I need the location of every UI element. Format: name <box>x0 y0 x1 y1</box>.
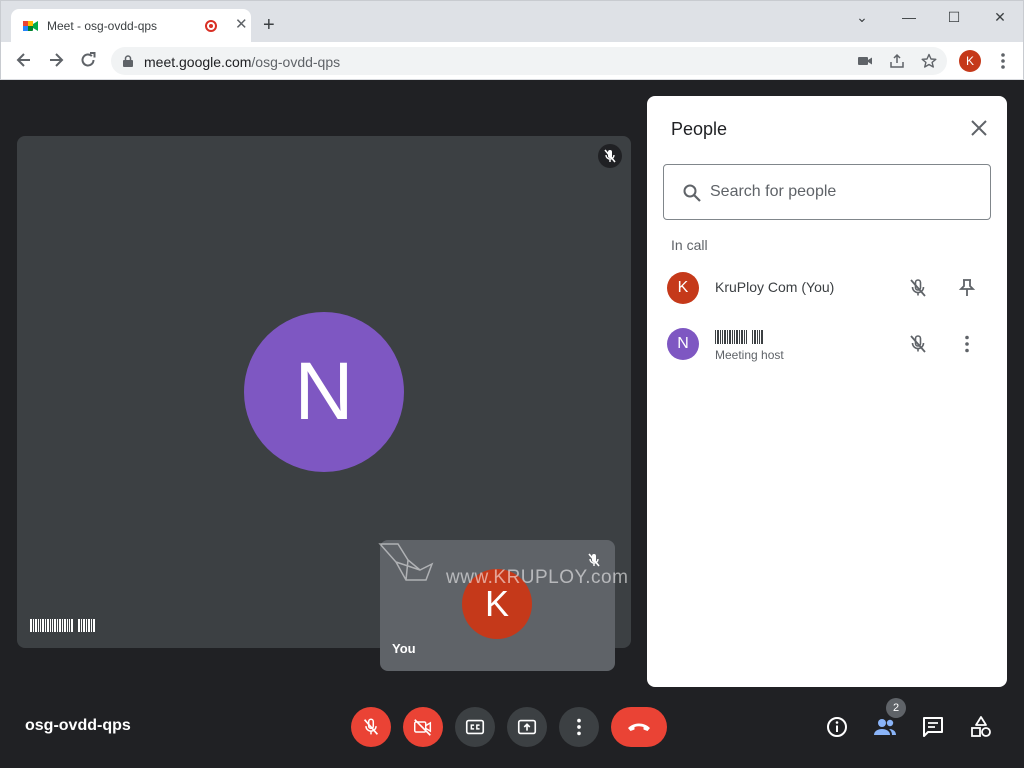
tab-title: Meet - osg-ovdd-qps <box>47 19 158 33</box>
browser-tab-meet[interactable]: Meet - osg-ovdd-qps ✕ <box>11 9 251 43</box>
panel-title: People <box>671 119 728 139</box>
chat-button[interactable] <box>913 707 953 747</box>
mic-toggle-button[interactable] <box>351 707 391 747</box>
browser-menu-icon[interactable] <box>993 50 1013 72</box>
more-vert-icon[interactable] <box>955 332 979 356</box>
reload-icon[interactable] <box>78 50 98 70</box>
origami-crane-watermark-icon <box>378 543 434 581</box>
search-people-input[interactable] <box>710 181 970 203</box>
present-now-button[interactable] <box>507 707 547 747</box>
maximize-button[interactable]: ☐ <box>944 7 964 27</box>
minimize-button[interactable]: — <box>899 7 919 27</box>
camera-in-use-icon[interactable] <box>857 53 873 69</box>
lock-icon <box>123 55 133 67</box>
tab-close-button[interactable]: ✕ <box>235 17 248 33</box>
watermark-text: www.KRUPLOY.com <box>446 567 629 588</box>
captions-icon <box>465 719 485 735</box>
browser-tab-strip: Meet - osg-ovdd-qps ✕ + ⌄ — ☐ ✕ <box>0 0 1024 43</box>
participant-name-redacted <box>715 330 764 344</box>
meeting-code: osg-ovdd-qps <box>25 717 131 734</box>
meeting-details-button[interactable] <box>817 707 857 747</box>
people-panel: People In call K KruPloy Com (You) N Mee… <box>647 96 1007 687</box>
meet-favicon-icon <box>23 21 38 31</box>
tile-muted-indicator <box>598 144 622 168</box>
participant-row[interactable]: K KruPloy Com (You) <box>647 262 1007 314</box>
more-icon <box>577 718 581 736</box>
new-tab-button[interactable]: + <box>263 15 275 35</box>
chat-icon <box>923 717 943 737</box>
participant-row[interactable]: N Meeting host <box>647 318 1007 370</box>
participant-avatar: N <box>667 328 699 360</box>
url-text: meet.google.com/osg-ovdd-qps <box>144 54 341 70</box>
mic-off-icon <box>363 718 379 735</box>
panel-close-icon[interactable] <box>969 118 989 138</box>
people-icon <box>874 719 896 735</box>
self-label: You <box>392 641 416 656</box>
forward-arrow-icon[interactable] <box>46 50 66 70</box>
leave-call-button[interactable] <box>611 707 667 747</box>
hang-up-icon <box>628 723 650 731</box>
activities-button[interactable] <box>961 707 1001 747</box>
recording-indicator-icon <box>205 20 217 32</box>
people-search-box[interactable] <box>663 164 991 220</box>
browser-toolbar: meet.google.com/osg-ovdd-qps K <box>0 42 1024 80</box>
info-icon <box>827 717 847 737</box>
camera-off-icon <box>414 719 432 736</box>
in-call-section-label: In call <box>671 237 708 253</box>
window-close-button[interactable]: ✕ <box>990 7 1010 27</box>
bookmark-star-icon[interactable] <box>921 53 937 69</box>
captions-button[interactable] <box>455 707 495 747</box>
activities-icon <box>971 716 991 737</box>
participant-avatar: K <box>667 272 699 304</box>
more-options-button[interactable] <box>559 707 599 747</box>
mic-off-icon <box>910 335 926 353</box>
back-arrow-icon[interactable] <box>14 50 34 70</box>
address-bar[interactable]: meet.google.com/osg-ovdd-qps <box>111 47 947 75</box>
tab-search-button[interactable]: ⌄ <box>852 7 872 27</box>
present-icon <box>517 719 537 735</box>
search-icon <box>683 184 701 202</box>
pin-icon[interactable] <box>955 276 979 300</box>
camera-toggle-button[interactable] <box>403 707 443 747</box>
participant-avatar-large: N <box>244 312 404 472</box>
browser-profile-avatar[interactable]: K <box>959 50 981 72</box>
participant-role: Meeting host <box>715 348 784 362</box>
participant-count-badge: 2 <box>886 698 906 718</box>
mic-off-icon <box>910 279 926 297</box>
mic-off-icon <box>604 149 616 163</box>
participant-name-redacted <box>30 619 96 632</box>
participant-name: KruPloy Com (You) <box>715 279 835 295</box>
share-icon[interactable] <box>889 53 905 69</box>
